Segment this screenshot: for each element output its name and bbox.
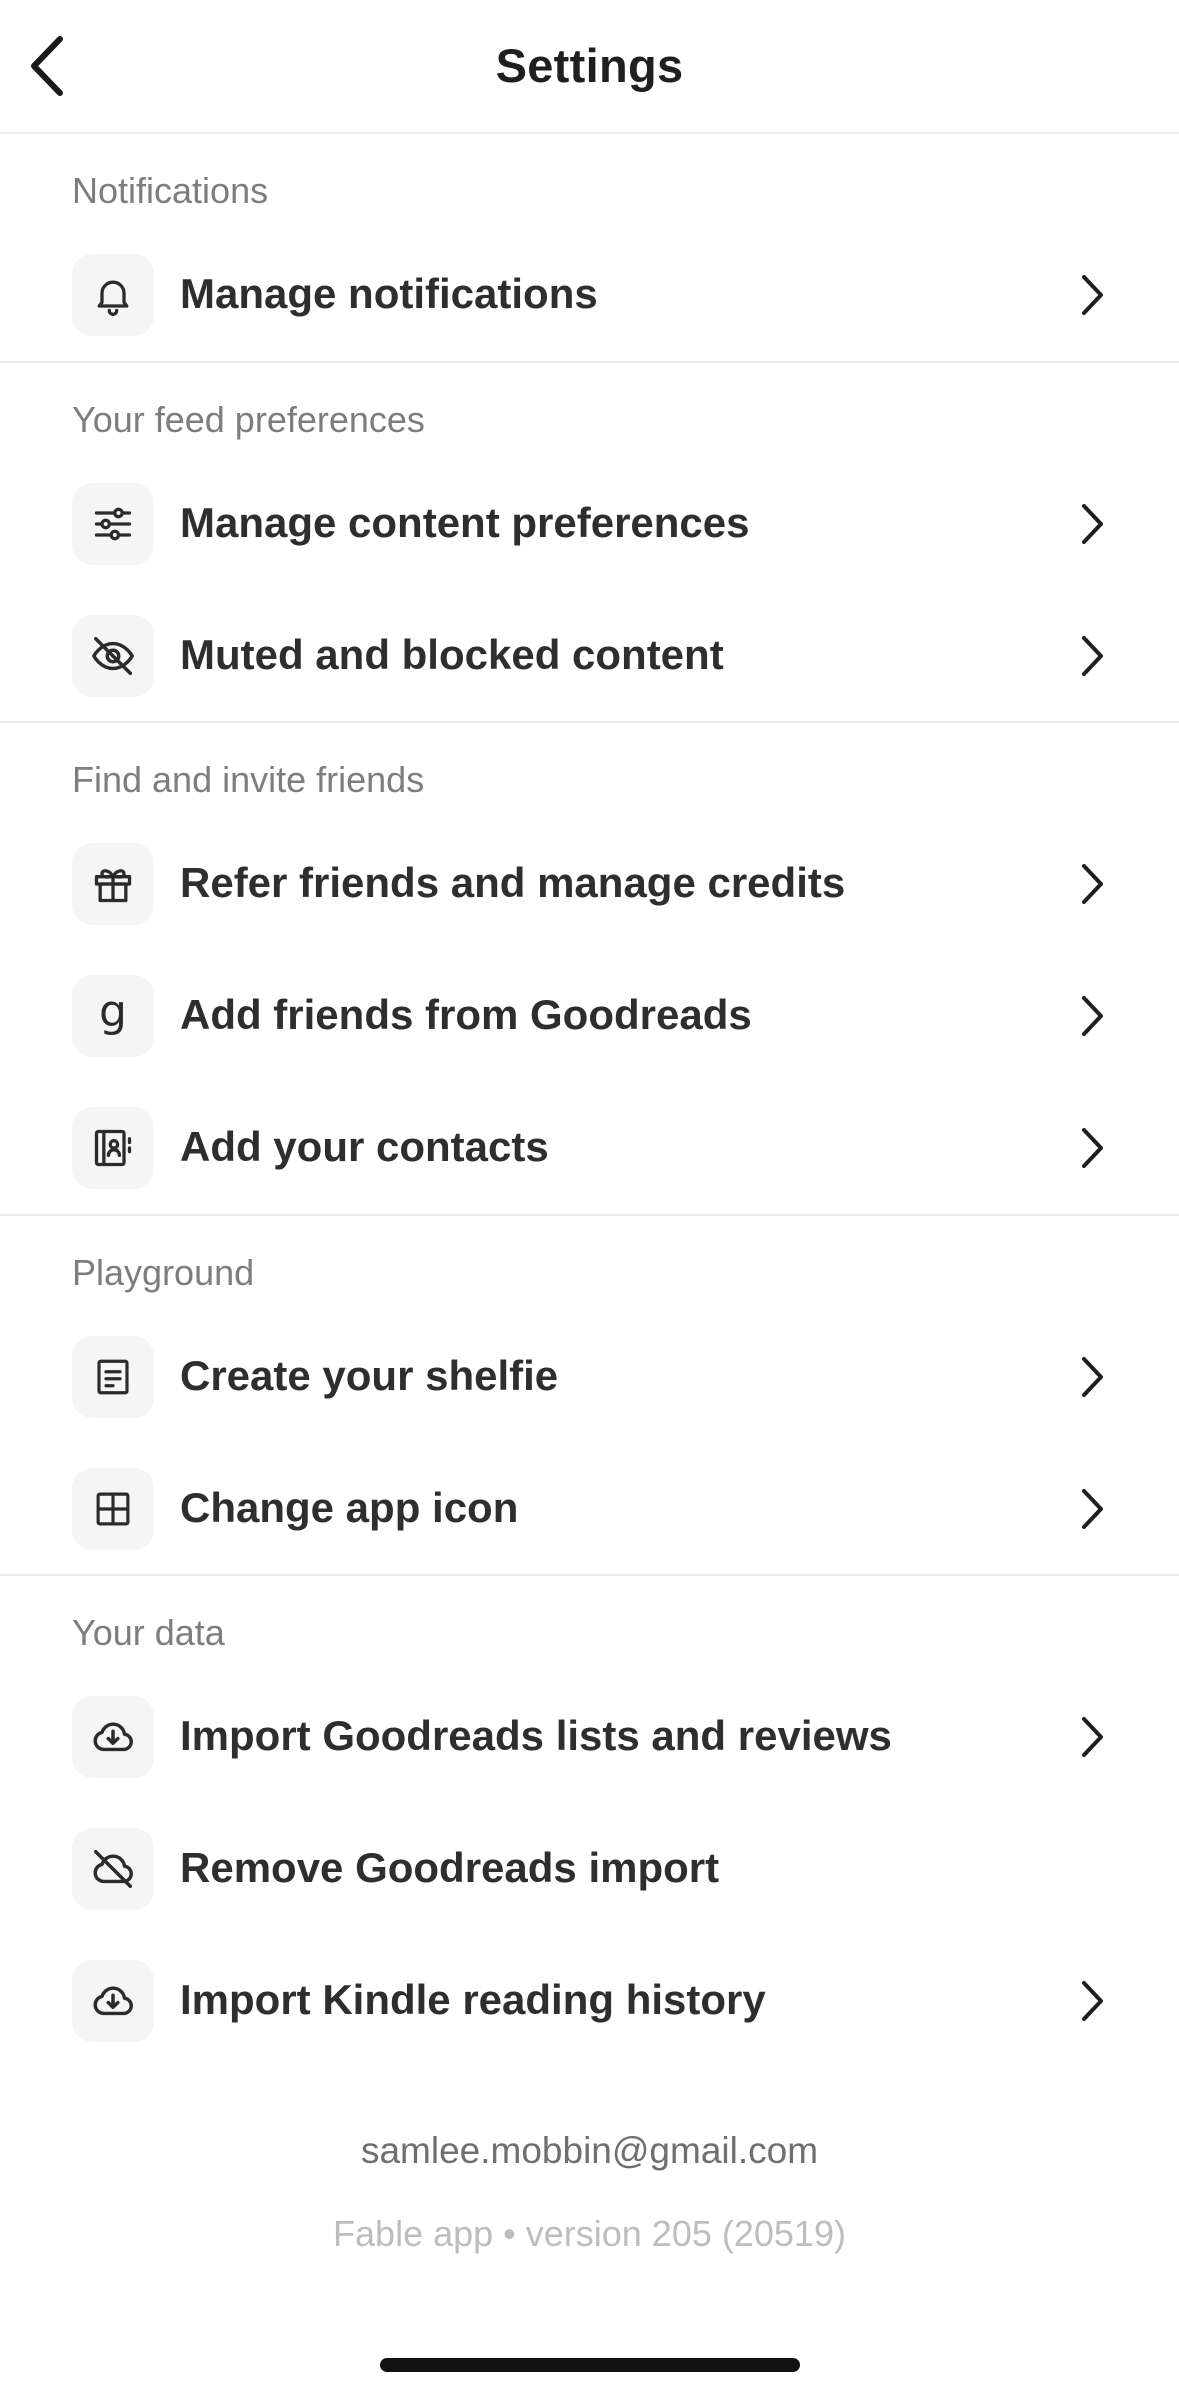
navigation-header: Settings (0, 0, 1179, 134)
item-label: Manage notifications (180, 270, 598, 317)
section-title: Your feed preferences (72, 399, 425, 440)
settings-item-create-shelfie[interactable]: Create your shelfie (0, 1322, 1179, 1432)
section-title: Find and invite friends (72, 759, 425, 800)
chevron-right-icon (1070, 1484, 1114, 1534)
section-title: Playground (72, 1252, 255, 1293)
settings-item-muted-blocked-content[interactable]: Muted and blocked content (0, 601, 1179, 711)
chevron-right-icon (1070, 1123, 1114, 1173)
icon-container (72, 1828, 154, 1910)
icon-container (72, 1107, 154, 1189)
eye-off-icon (92, 637, 134, 675)
grid-icon (96, 1492, 130, 1526)
chevron-right-icon (1070, 270, 1114, 320)
goodreads-icon: g (99, 986, 127, 1037)
icon-container (72, 1960, 154, 2042)
item-label: Add friends from Goodreads (180, 991, 752, 1038)
bell-icon (97, 280, 129, 316)
item-label: Add your contacts (180, 1123, 549, 1170)
icon-container (72, 843, 154, 925)
home-indicator[interactable] (380, 2358, 800, 2372)
section-feed-preferences: Your feed preferences Manage content pre… (0, 363, 1179, 723)
gift-icon (94, 869, 132, 903)
item-label: Manage content preferences (180, 499, 750, 546)
section-playground: Playground Create your shelfie Change ap… (0, 1216, 1179, 1576)
chevron-right-icon (1070, 991, 1114, 1041)
chevron-right-icon (1070, 1976, 1114, 2026)
settings-item-import-kindle[interactable]: Import Kindle reading history (0, 1946, 1179, 2056)
item-label: Import Kindle reading history (180, 1976, 766, 2023)
item-label: Change app icon (180, 1484, 519, 1531)
settings-item-remove-goodreads-import[interactable]: Remove Goodreads import (0, 1814, 1179, 1924)
settings-item-manage-content-preferences[interactable]: Manage content preferences (0, 469, 1179, 579)
document-icon (97, 1359, 129, 1395)
icon-container (72, 254, 154, 336)
chevron-right-icon (1070, 1712, 1114, 1762)
settings-item-manage-notifications[interactable]: Manage notifications (0, 240, 1179, 350)
chevron-right-icon (1070, 499, 1114, 549)
section-title: Your data (72, 1612, 225, 1653)
sliders-icon (94, 507, 132, 541)
settings-item-add-friends-goodreads[interactable]: g Add friends from Goodreads (0, 961, 1179, 1071)
item-label: Muted and blocked content (180, 631, 724, 678)
icon-container (72, 1696, 154, 1778)
chevron-right-icon (1070, 1352, 1114, 1402)
item-label: Remove Goodreads import (180, 1844, 720, 1891)
cloud-download-icon (93, 1986, 133, 2016)
cloud-download-icon (93, 1722, 133, 1752)
section-find-invite-friends: Find and invite friends Refer friends an… (0, 723, 1179, 1216)
contacts-icon (94, 1129, 132, 1167)
item-label: Refer friends and manage credits (180, 859, 846, 906)
icon-container (72, 615, 154, 697)
icon-container (72, 1336, 154, 1418)
section-title: Notifications (72, 170, 269, 211)
section-notifications: Notifications Manage notifications (0, 134, 1179, 363)
section-your-data: Your data Import Goodreads lists and rev… (0, 1576, 1179, 2076)
cloud-off-icon (93, 1850, 133, 1888)
settings-item-refer-friends[interactable]: Refer friends and manage credits (0, 829, 1179, 939)
item-label: Create your shelfie (180, 1352, 559, 1399)
settings-item-add-contacts[interactable]: Add your contacts (0, 1093, 1179, 1203)
account-email: samlee.mobbin@gmail.com (360, 2130, 819, 2171)
settings-item-change-app-icon[interactable]: Change app icon (0, 1454, 1179, 1564)
icon-container (72, 483, 154, 565)
chevron-right-icon (1070, 631, 1114, 681)
chevron-right-icon (1070, 859, 1114, 909)
settings-item-import-goodreads[interactable]: Import Goodreads lists and reviews (0, 1682, 1179, 1792)
icon-container: g (72, 975, 154, 1057)
icon-container (72, 1468, 154, 1550)
app-version: Fable app • version 205 (20519) (333, 2213, 846, 2254)
page-title: Settings (495, 39, 684, 92)
item-label: Import Goodreads lists and reviews (180, 1712, 892, 1759)
